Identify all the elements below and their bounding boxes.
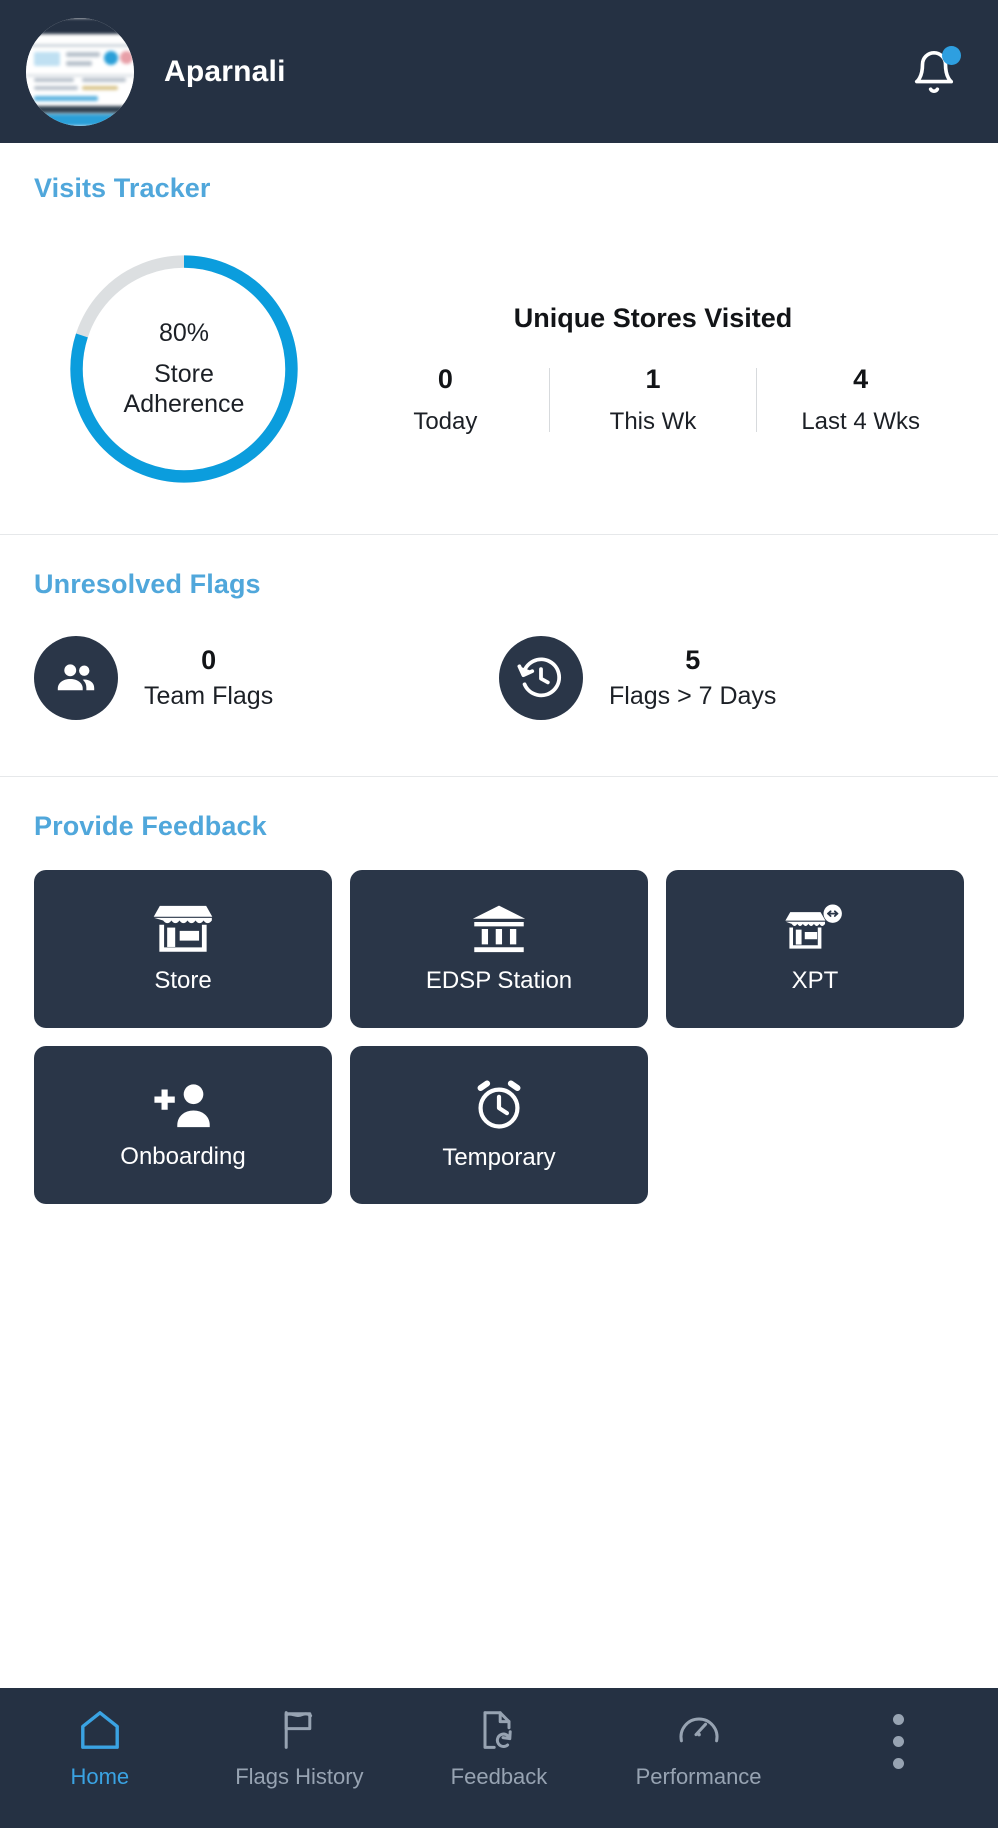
feedback-tile-xpt[interactable]: XPT [666, 870, 964, 1028]
stat-today: 0 Today [342, 364, 549, 436]
feedback-tile-label: Store [154, 967, 212, 994]
team-flags-icon-circle [34, 636, 118, 720]
history-clock-icon [517, 657, 562, 698]
provide-feedback-title: Provide Feedback [34, 811, 267, 841]
unresolved-flags-section: Unresolved Flags 0 Team Flags 5 Flags > … [0, 535, 998, 776]
visits-tracker-title: Visits Tracker [34, 173, 211, 203]
nav-label: Home [70, 1764, 130, 1789]
stat-value: 0 [437, 363, 453, 394]
stat-last-4-weeks: 4 Last 4 Wks [757, 364, 964, 436]
alarm-clock-icon [477, 1080, 521, 1129]
flags-over-7-days-icon-circle [499, 636, 583, 720]
notification-bell-button[interactable] [906, 44, 962, 100]
nav-label: Flags History [235, 1764, 364, 1789]
app-header: Aparnali [0, 0, 998, 143]
storefront-icon [153, 905, 213, 952]
team-flags-item[interactable]: 0 Team Flags [34, 636, 499, 720]
feedback-tile-label: XPT [791, 967, 839, 994]
stat-label: Today [413, 407, 478, 435]
store-transfer-icon [785, 904, 842, 949]
feedback-tile-store[interactable]: Store [34, 870, 332, 1028]
stat-label: Last 4 Wks [801, 407, 921, 435]
nav-item-feedback[interactable]: Feedback [399, 1708, 599, 1790]
nav-label: Performance [635, 1764, 762, 1789]
home-icon [80, 1711, 119, 1749]
feedback-tile-label: EDSP Station [425, 967, 573, 994]
feedback-tile-grid: Store EDSP Station XPT Onboarding Tempor… [34, 870, 964, 1204]
flag-icon [285, 1711, 313, 1749]
flags-over-7-days-value: 5 [685, 645, 701, 675]
bank-building-icon [472, 905, 526, 953]
nav-item-more[interactable] [798, 1708, 998, 1781]
nav-item-performance[interactable]: Performance [599, 1708, 799, 1790]
notification-badge-dot [942, 45, 961, 65]
feedback-tile-edsp-station[interactable]: EDSP Station [350, 870, 648, 1028]
feedback-tile-temporary[interactable]: Temporary [350, 1046, 648, 1204]
store-adherence-donut: 80% Store Adherence [34, 245, 334, 493]
team-flags-label: Team Flags [144, 682, 274, 710]
nav-item-home[interactable]: Home [0, 1708, 200, 1790]
unresolved-flags-title: Unresolved Flags [34, 569, 261, 599]
donut-caption-line1: Store [154, 359, 214, 388]
app-title: Aparnali [164, 54, 286, 88]
feedback-tile-label: Temporary [442, 1144, 556, 1171]
people-group-icon [57, 664, 95, 691]
document-refresh-icon [483, 1711, 512, 1749]
provide-feedback-section: Provide Feedback Store EDSP Station XPT … [0, 777, 998, 1204]
nav-label: Feedback [450, 1764, 548, 1789]
flags-over-7-days-item[interactable]: 5 Flags > 7 Days [499, 636, 964, 720]
more-vertical-icon [892, 1714, 904, 1769]
stat-label: This Wk [609, 407, 697, 435]
visits-stat-row: 0 Today 1 This Wk 4 Last 4 Wks [342, 364, 964, 436]
speedometer-icon [679, 1717, 719, 1743]
unique-stores-heading: Unique Stores Visited [513, 302, 793, 333]
flags-over-7-days-label: Flags > 7 Days [609, 682, 777, 710]
avatar-image [26, 17, 134, 126]
stat-value: 4 [853, 363, 869, 394]
visits-tracker-section: Visits Tracker 80% Store Adherence Uniqu… [0, 143, 998, 534]
team-flags-value: 0 [201, 645, 217, 675]
avatar[interactable] [26, 17, 134, 126]
bottom-navigation-bar: Home Flags History Feedback Performance [0, 1688, 998, 1828]
donut-caption: Store Adherence [124, 359, 245, 420]
feedback-tile-onboarding[interactable]: Onboarding [34, 1046, 332, 1204]
donut-caption-line2: Adherence [123, 390, 245, 418]
nav-item-flags-history[interactable]: Flags History [200, 1708, 400, 1790]
person-add-icon [154, 1084, 210, 1128]
donut-percent-label: 80% [158, 318, 210, 347]
stat-value: 1 [645, 363, 661, 394]
feedback-tile-label: Onboarding [120, 1143, 246, 1170]
stat-this-week: 1 This Wk [550, 364, 757, 436]
